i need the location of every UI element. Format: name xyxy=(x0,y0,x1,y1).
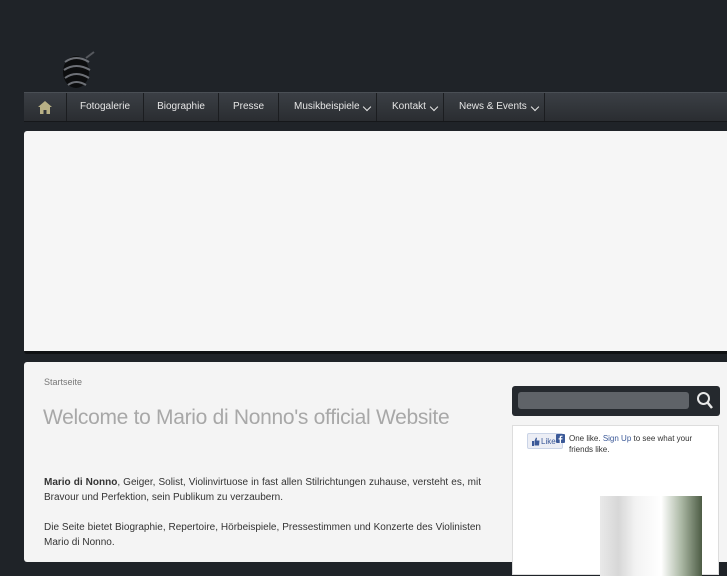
facebook-text: One like. Sign Up to see what your frien… xyxy=(556,433,699,455)
image-slider xyxy=(24,131,727,354)
chevron-down-icon xyxy=(530,102,540,112)
breadcrumb[interactable]: Startseite xyxy=(44,377,82,387)
like-count: One like. xyxy=(569,434,601,443)
main-navigation: Fotogalerie Biographie Presse Musikbeisp… xyxy=(24,92,727,122)
like-label: Like xyxy=(541,437,556,446)
artist-name: Mario di Nonno xyxy=(44,477,118,488)
facebook-icon xyxy=(556,434,565,443)
nav-kontakt[interactable]: Kontakt xyxy=(377,93,444,121)
search-widget xyxy=(512,386,720,416)
page-title: Welcome to Mario di Nonno's official Web… xyxy=(43,406,450,429)
main-content: Startseite Welcome to Mario di Nonno's o… xyxy=(24,362,727,576)
nav-presse[interactable]: Presse xyxy=(219,93,279,121)
nav-news-events[interactable]: News & Events xyxy=(444,93,545,121)
description-paragraph: Die Seite bietet Biographie, Repertoire,… xyxy=(44,522,481,548)
signup-link[interactable]: Sign Up xyxy=(603,434,631,443)
intro-paragraph: Mario di Nonno, Geiger, Solist, Violinvi… xyxy=(44,475,481,505)
nav-label: Biographie xyxy=(157,101,205,112)
nav-label: Kontakt xyxy=(392,101,426,112)
chevron-down-icon xyxy=(362,102,372,112)
nav-home[interactable] xyxy=(24,93,67,121)
search-button[interactable] xyxy=(696,391,714,411)
nav-musikbeispiele[interactable]: Musikbeispiele xyxy=(279,93,377,121)
home-icon xyxy=(38,101,52,114)
thumbs-up-icon xyxy=(532,437,540,446)
site-logo[interactable] xyxy=(56,48,100,92)
breadcrumb-home[interactable]: Startseite xyxy=(44,377,82,387)
nav-fotogalerie[interactable]: Fotogalerie xyxy=(67,93,144,121)
nav-label: Presse xyxy=(232,101,265,112)
nav-biographie[interactable]: Biographie xyxy=(144,93,219,121)
nav-label: Fotogalerie xyxy=(79,101,131,112)
nav-label: News & Events xyxy=(459,101,527,112)
facebook-like-box: Like One like. Sign Up to see what your … xyxy=(512,425,719,576)
profile-photo xyxy=(600,496,702,576)
search-input[interactable] xyxy=(518,392,689,409)
search-icon xyxy=(697,392,713,409)
nav-label: Musikbeispiele xyxy=(294,101,360,112)
chevron-down-icon xyxy=(429,102,439,112)
